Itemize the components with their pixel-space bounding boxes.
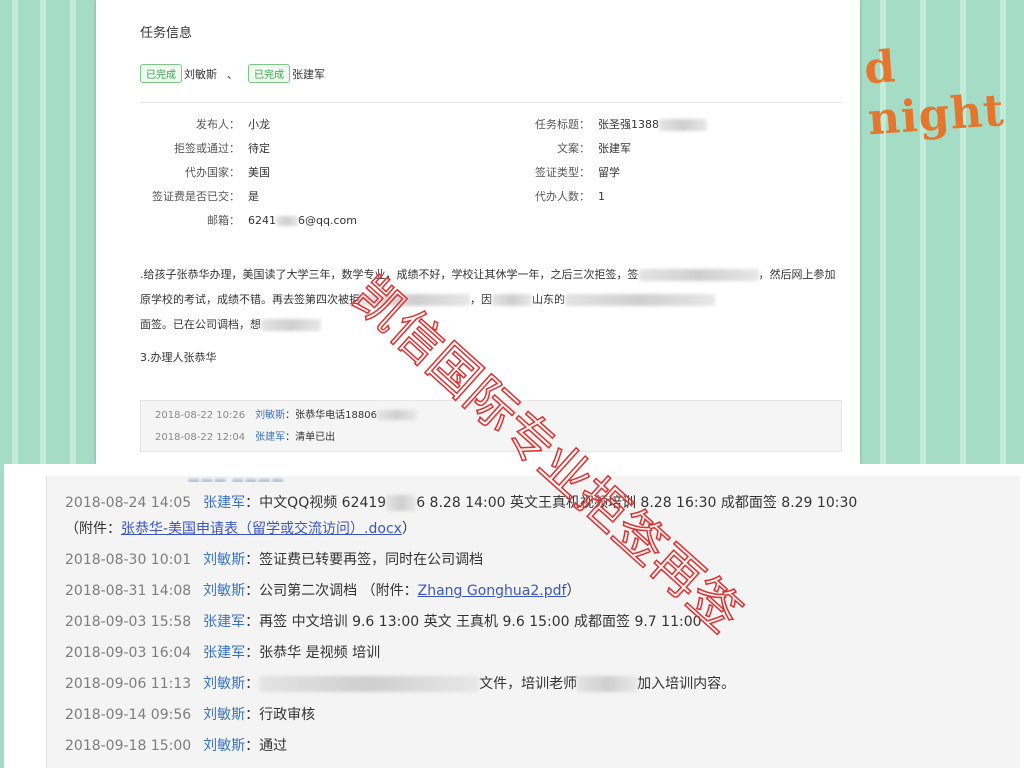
activity-log-zoomed: ▬▬▬ ▬▬▬▬ 2018-08-24 14:05 张建军：中文QQ视频 6241… — [4, 464, 1024, 768]
log-user-link[interactable]: 刘敏斯 — [255, 410, 285, 421]
status-badge: 已完成 — [140, 64, 182, 83]
log-user-link[interactable]: 张建军 — [255, 432, 285, 443]
field-task-title: 任务标题： 张圣强1388 — [486, 116, 707, 132]
log-user-link[interactable]: 刘敏斯 — [203, 676, 245, 692]
redacted-blur — [577, 676, 638, 692]
log-user-link[interactable]: 刘敏斯 — [203, 738, 245, 754]
clipped-entry: ▬▬▬ ▬▬▬▬ — [187, 473, 285, 482]
assignee-list: 已完成 刘敏斯 、 已完成 张建军 — [140, 64, 325, 83]
status-badge: 已完成 — [248, 64, 290, 83]
activity-log-box: ▬▬▬ ▬▬▬▬ 2018-08-24 14:05 张建军：中文QQ视频 6241… — [46, 473, 1020, 768]
assignee-separator: 、 — [227, 67, 238, 81]
log-entry: 2018-09-03 16:04 张建军：张恭华 是视频 培训 — [65, 645, 381, 661]
description-note: 3.办理人张恭华 — [140, 351, 217, 364]
redacted-blur — [261, 319, 321, 331]
section-title: 任务信息 — [140, 26, 193, 41]
log-user-link[interactable]: 张建军 — [203, 495, 245, 511]
log-user-link[interactable]: 刘敏斯 — [203, 552, 245, 568]
field-publisher: 发布人： 小龙 — [196, 118, 270, 131]
log-attachment-line: （附件：张恭华-美国申请表（留学或交流访问）.docx） — [65, 521, 416, 537]
field-applicant-count: 代办人数： 1 — [535, 190, 605, 203]
redacted-blur — [638, 269, 759, 281]
field-visa-type: 签证类型： 留学 — [535, 166, 620, 179]
redacted-blur — [386, 495, 417, 511]
description-line: 面签。已在公司调档，想 — [140, 312, 842, 337]
task-info-panel: 任务信息 已完成 刘敏斯 、 已完成 张建军 发布人： 小龙 拒签或通过： 待定 代… — [96, 0, 860, 464]
log-user-link[interactable]: 刘敏斯 — [203, 583, 245, 599]
task-description: .给孩子张恭华办理，美国读了大学三年，数学专业，成绩不好，学校让其休学一年，之后… — [140, 262, 842, 370]
divider — [140, 102, 842, 103]
field-country: 代办国家： 美国 — [185, 166, 270, 179]
field-refusal-status: 拒签或通过： 待定 — [174, 142, 270, 155]
log-entry: 2018-08-22 10:26 刘敏斯：张恭华电话18806 — [141, 405, 841, 427]
redacted-blur — [376, 410, 417, 420]
redacted-blur — [492, 294, 532, 306]
log-entry: 2018-09-18 15:00 刘敏斯：通过 — [65, 738, 288, 754]
description-line: 原学校的考试，成绩不错。再去签第四次被拒 ，因 山东的 — [140, 287, 842, 312]
redacted-blur — [659, 119, 707, 131]
field-email: 邮箱： 6241 6@qq.com — [207, 214, 357, 227]
log-entry: 2018-08-24 14:05 张建军：中文QQ视频 62419 6 8.28 1… — [65, 495, 858, 511]
attachment-link[interactable]: 张恭华-美国申请表（留学或交流访问）.docx — [121, 521, 402, 537]
activity-log: 2018-08-22 10:26 刘敏斯：张恭华电话18806 2018-08-2… — [140, 400, 842, 452]
decor-night-text: d night — [862, 41, 1007, 146]
log-entry: 2018-09-14 09:56 刘敏斯：行政审核 — [65, 707, 316, 723]
field-fee-paid: 签证费是否已交：是 — [152, 190, 259, 203]
attachment-link[interactable]: Zhang Gonghua2.pdf — [418, 583, 567, 599]
redacted-blur — [276, 216, 298, 226]
log-user-link[interactable]: 张建军 — [203, 614, 245, 630]
log-entry: 2018-08-22 12:04 张建军：清单已出 — [155, 432, 336, 443]
log-user-link[interactable]: 张建军 — [203, 645, 245, 661]
redacted-blur — [360, 294, 470, 306]
log-entry: 2018-08-31 14:08 刘敏斯：公司第二次调档 （附件：Zhang Go… — [65, 583, 581, 599]
redacted-blur — [259, 676, 480, 692]
log-entry: 2018-08-30 10:01 刘敏斯：签证费已转要再签，同时在公司调档 — [65, 552, 484, 568]
assignee-name[interactable]: 张建军 — [292, 66, 325, 82]
redacted-blur — [565, 294, 715, 306]
log-entry: 2018-09-03 15:58 张建军：再签 中文培训 9.6 13:00 英文… — [65, 614, 702, 630]
log-user-link[interactable]: 刘敏斯 — [203, 707, 245, 723]
log-entry: 2018-09-06 11:13 刘敏斯： 文件，培训老师 加入培训内容。 — [65, 676, 736, 692]
assignee-name[interactable]: 刘敏斯 — [184, 66, 217, 82]
field-copywriter: 文案： 张建军 — [557, 142, 631, 155]
description-line: .给孩子张恭华办理，美国读了大学三年，数学专业，成绩不好，学校让其休学一年，之后… — [140, 268, 836, 281]
